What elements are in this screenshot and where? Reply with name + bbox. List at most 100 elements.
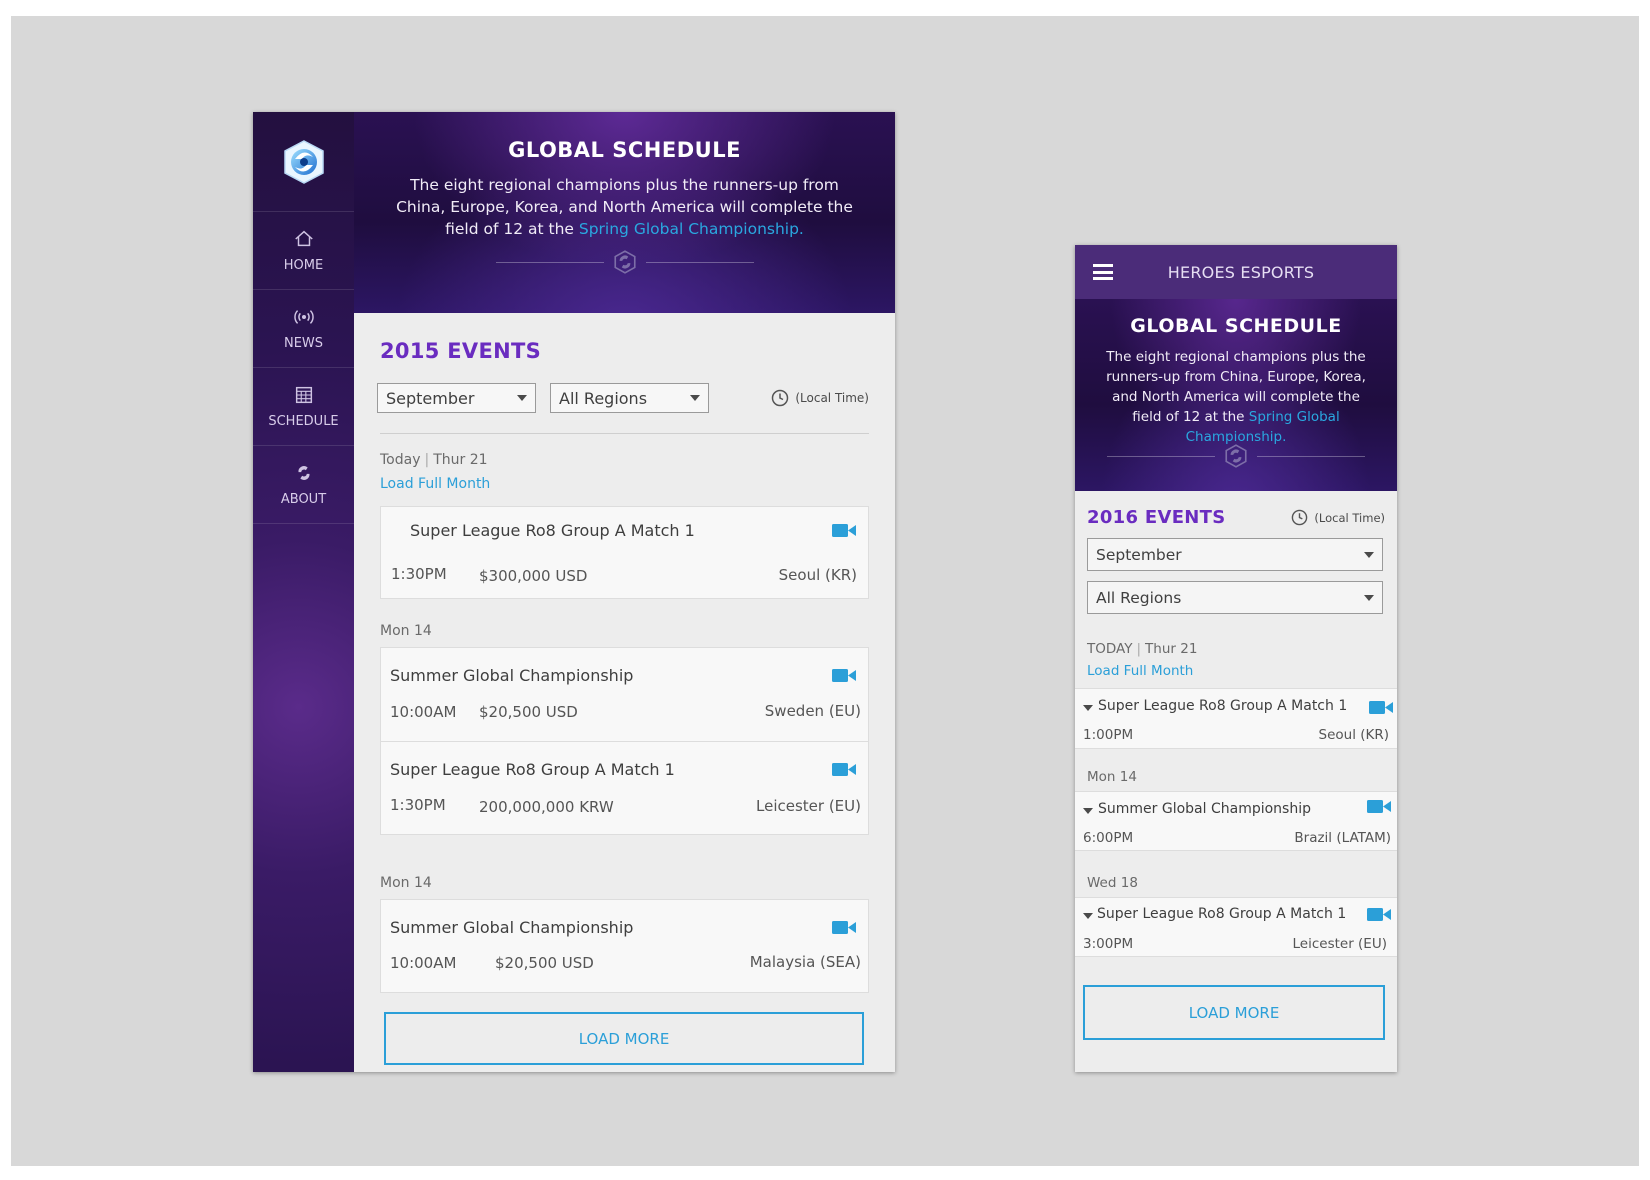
load-more-button[interactable]: LOAD MORE: [384, 1012, 864, 1065]
event-row[interactable]: Super League Ro8 Group A Match 1 1:00PM …: [1075, 688, 1397, 749]
sidebar-item-home[interactable]: HOME: [253, 212, 354, 290]
events-header: 2016 EVENTS (Local Time): [1087, 507, 1385, 528]
mobile-mockup: HEROES ESPORTS GLOBAL SCHEDULE The eight…: [1075, 245, 1397, 1072]
desktop-mockup: HOME NEWS SCHEDULE ABOUT GLOBAL SCHEDULE…: [253, 112, 895, 1072]
event-time: 10:00AM: [390, 703, 457, 721]
page-title: GLOBAL SCHEDULE: [1130, 315, 1342, 337]
hero-description: The eight regional champions plus the ru…: [395, 174, 855, 240]
event-time: 1:30PM: [390, 796, 446, 814]
region-select[interactable]: All Regions: [550, 383, 709, 413]
day-label: Mon 14: [1087, 769, 1137, 785]
events-section: 2015 EVENTS September All Regions (Local…: [354, 313, 895, 1065]
hero-divider: [495, 249, 754, 275]
video-camera-icon[interactable]: [832, 668, 856, 683]
today-date: Thur 21: [1145, 641, 1198, 657]
month-select[interactable]: September: [377, 383, 536, 413]
event-row[interactable]: Super League Ro8 Group A Match 1 1:30PM …: [381, 507, 868, 598]
chevron-down-icon: [1364, 551, 1374, 558]
day-label: Wed 18: [1087, 875, 1138, 891]
heroes-logo-icon: [1225, 444, 1247, 468]
month-select[interactable]: September: [1087, 538, 1383, 571]
home-icon: [294, 230, 313, 247]
spring-championship-link[interactable]: Spring Global Championship.: [579, 220, 804, 238]
today-date: Thur 21: [433, 452, 488, 468]
chevron-down-icon: [1364, 594, 1374, 601]
event-name: Super League Ro8 Group A Match 1: [1098, 698, 1348, 714]
today-text: Today: [380, 452, 421, 468]
events-title: 2015 EVENTS: [380, 339, 542, 363]
event-name: Summer Global Championship: [1098, 801, 1311, 817]
clock-icon: [1292, 509, 1308, 526]
sidebar-item-label: HOME: [283, 258, 324, 273]
calendar-icon: [295, 386, 312, 404]
region-select-value: All Regions: [559, 388, 648, 408]
event-location: Brazil (LATAM): [1294, 830, 1391, 846]
app-title: HEROES ESPORTS: [1167, 262, 1315, 282]
region-select[interactable]: All Regions: [1087, 581, 1383, 614]
event-time: 10:00AM: [390, 954, 457, 972]
chevron-down-icon: [690, 395, 700, 401]
event-row[interactable]: Super League Ro8 Group A Match 1 3:00PM …: [1075, 897, 1397, 957]
heroes-logo-icon: [613, 250, 636, 274]
sidebar-item-label: NEWS: [283, 336, 324, 351]
today-label: TODAY | Thur 21: [1087, 641, 1198, 657]
video-camera-icon[interactable]: [832, 523, 856, 538]
events-section: 2016 EVENTS (Local Time) September All R…: [1075, 507, 1397, 679]
video-camera-icon[interactable]: [1369, 700, 1393, 715]
event-time: 6:00PM: [1083, 830, 1134, 846]
event-row[interactable]: Summer Global Championship 10:00AM $20,5…: [381, 900, 868, 992]
load-more-button[interactable]: LOAD MORE: [1083, 985, 1385, 1040]
event-prize: 200,000,000 KRW: [479, 798, 614, 816]
heroes-logo-icon[interactable]: [282, 139, 326, 185]
event-prize: $20,500 USD: [495, 954, 594, 972]
event-time: 3:00PM: [1083, 936, 1134, 952]
broadcast-icon: [293, 310, 314, 324]
today-text: TODAY: [1087, 641, 1133, 657]
event-name: Summer Global Championship: [390, 918, 634, 937]
event-row[interactable]: Super League Ro8 Group A Match 1 1:30PM …: [381, 742, 868, 835]
expand-caret-icon[interactable]: [1083, 705, 1093, 711]
main-content: GLOBAL SCHEDULE The eight regional champ…: [354, 112, 895, 1072]
event-location: Seoul (KR): [778, 566, 857, 584]
page-title: GLOBAL SCHEDULE: [508, 138, 741, 162]
sidebar-item-about[interactable]: ABOUT: [253, 446, 354, 524]
mobile-header: HEROES ESPORTS: [1075, 245, 1397, 299]
expand-caret-icon[interactable]: [1083, 913, 1093, 919]
hero-banner: GLOBAL SCHEDULE The eight regional champ…: [354, 112, 895, 313]
event-card: Super League Ro8 Group A Match 1 1:30PM …: [380, 506, 869, 599]
heroes-logo-icon: [297, 466, 310, 480]
logo-area: [253, 112, 354, 212]
event-time: 1:00PM: [1083, 727, 1134, 743]
divider: [380, 433, 869, 434]
event-name: Summer Global Championship: [390, 666, 634, 685]
sidebar-item-news[interactable]: NEWS: [253, 290, 354, 368]
load-full-month-link[interactable]: Load Full Month: [1087, 663, 1385, 679]
event-card: Summer Global Championship 10:00AM $20,5…: [380, 647, 869, 835]
event-location: Leicester (EU): [756, 797, 861, 815]
region-select-value: All Regions: [1096, 588, 1182, 607]
sidebar-item-schedule[interactable]: SCHEDULE: [253, 368, 354, 446]
month-select-value: September: [1096, 545, 1182, 564]
clock-icon: [772, 389, 789, 407]
sidebar-nav: HOME NEWS SCHEDULE ABOUT: [253, 112, 354, 1072]
video-camera-icon[interactable]: [832, 762, 856, 777]
event-name: Super League Ro8 Group A Match 1: [1097, 906, 1347, 922]
local-time-label: (Local Time): [795, 391, 869, 405]
sidebar-item-label: SCHEDULE: [268, 414, 339, 429]
event-row[interactable]: Summer Global Championship 10:00AM $20,5…: [381, 648, 868, 742]
events-title: 2016 EVENTS: [1087, 507, 1226, 528]
expand-caret-icon[interactable]: [1083, 808, 1093, 814]
event-row[interactable]: Summer Global Championship 6:00PM Brazil…: [1075, 791, 1397, 851]
video-camera-icon[interactable]: [1367, 907, 1391, 922]
load-full-month-link[interactable]: Load Full Month: [380, 476, 869, 492]
day-label: Mon 14: [380, 623, 432, 639]
hamburger-menu-icon[interactable]: [1093, 264, 1113, 280]
month-select-value: September: [386, 388, 475, 408]
event-name: Super League Ro8 Group A Match 1: [390, 760, 675, 779]
event-prize: $300,000 USD: [479, 567, 588, 585]
video-camera-icon[interactable]: [832, 920, 856, 935]
video-camera-icon[interactable]: [1367, 799, 1391, 814]
event-location: Sweden (EU): [764, 702, 861, 720]
hero-description: The eight regional champions plus the ru…: [1096, 347, 1376, 447]
event-name: Super League Ro8 Group A Match 1: [410, 521, 695, 540]
